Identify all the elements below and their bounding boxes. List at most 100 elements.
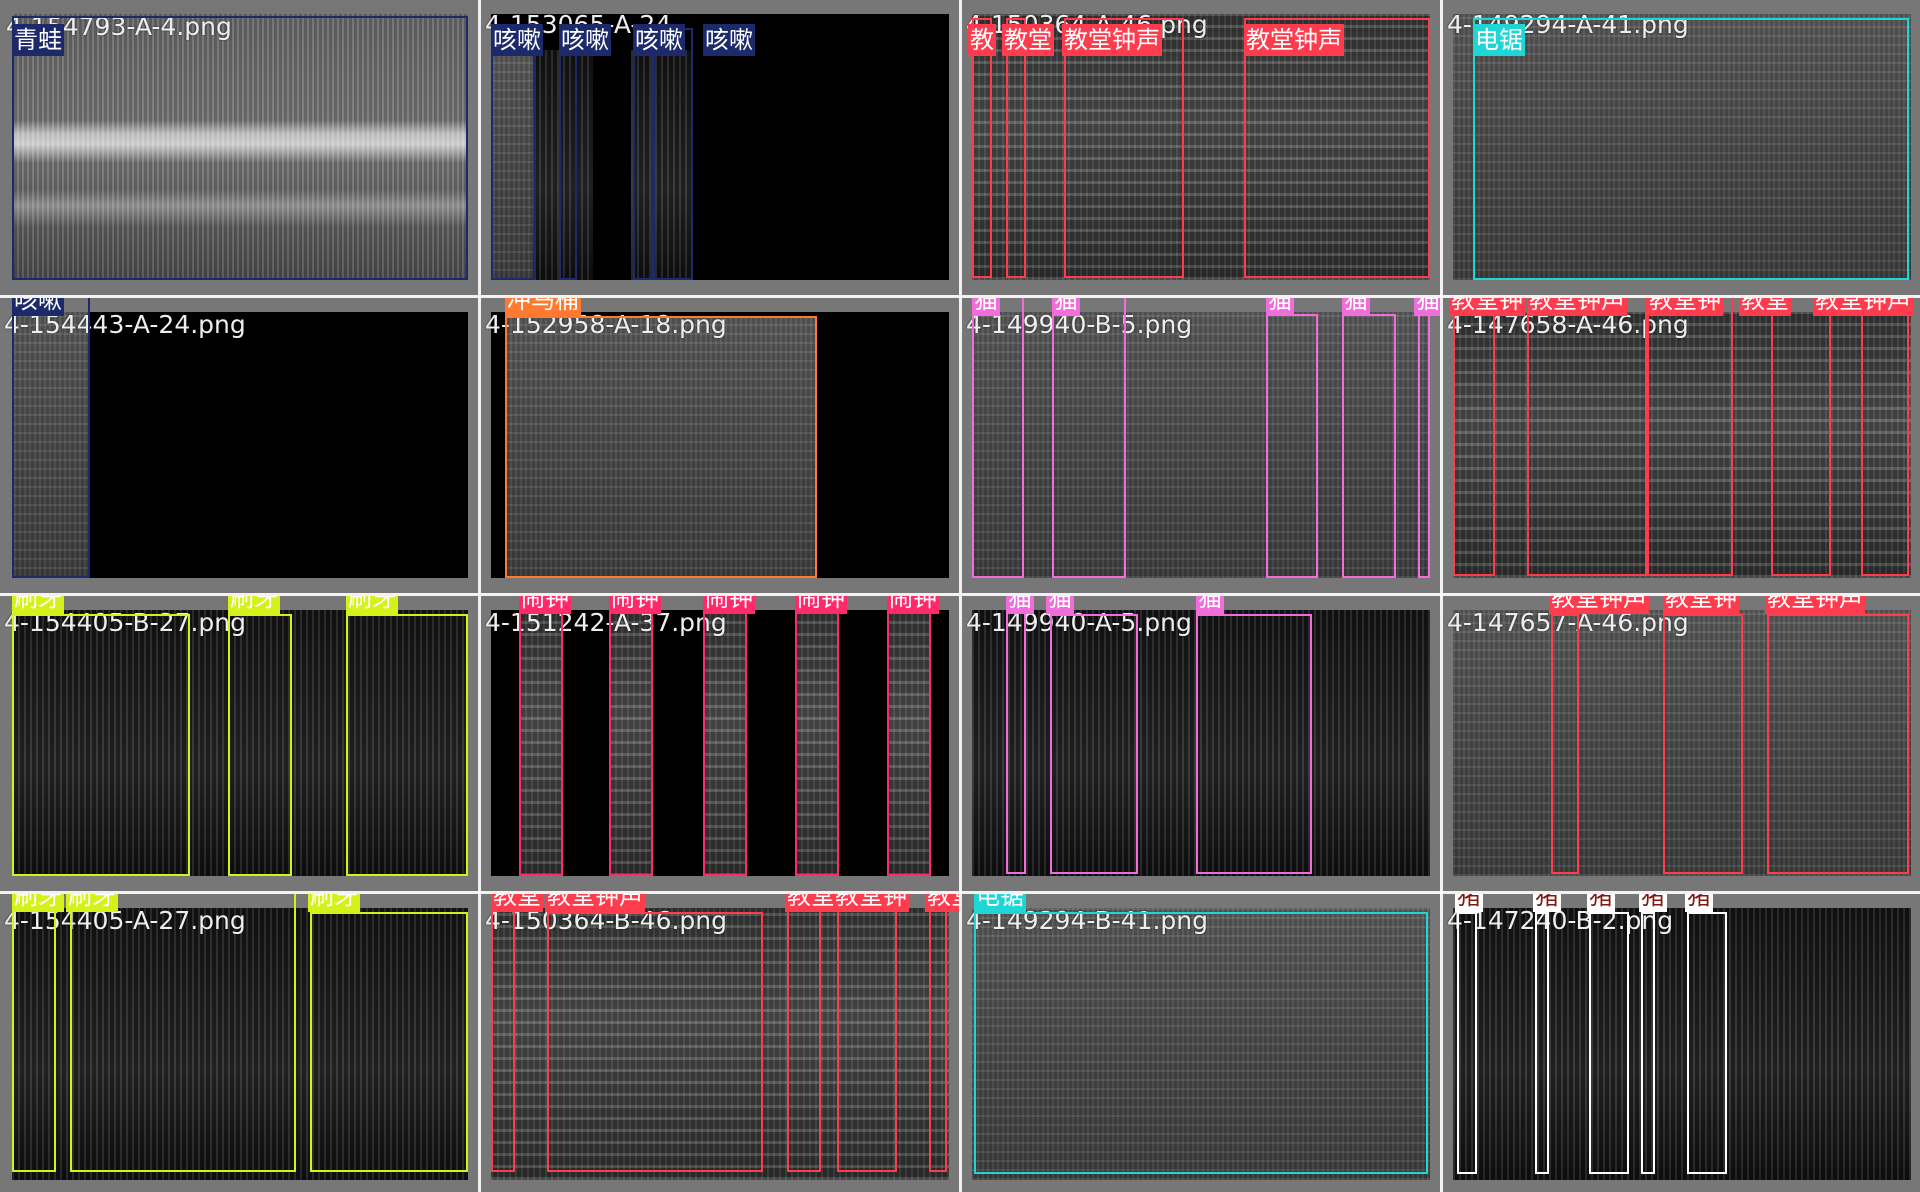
detection-box	[1647, 298, 1733, 576]
detection-box	[972, 18, 992, 278]
detection-box	[837, 894, 897, 1172]
detection-box	[1052, 298, 1126, 578]
detection-label: 猫	[972, 298, 1000, 316]
detection-label: 闹钟	[795, 596, 847, 614]
detection-box	[310, 912, 468, 1172]
detection-label: 电锯	[1473, 24, 1525, 56]
detection-label: 教堂钟声	[1527, 298, 1627, 316]
detection-box	[1457, 912, 1477, 1174]
detection-label: 刷牙	[12, 596, 64, 614]
tile-chainsaw: 4-149294-B-41.png 电锯	[962, 894, 1440, 1192]
spectrogram-grid: 4-154793-A-4.png 青蛙 4-153065-A-24 咳嗽 咳嗽 …	[0, 0, 1920, 1192]
detection-box	[787, 894, 821, 1172]
detection-box	[12, 894, 56, 1172]
detection-label: 教堂	[925, 894, 959, 912]
detection-label: 教堂钟声	[1765, 596, 1865, 614]
detection-label: 咳嗽	[491, 24, 543, 56]
detection-label: 刷牙	[308, 894, 360, 912]
detection-label: 猪	[1685, 894, 1713, 912]
detection-box	[1641, 912, 1655, 1174]
detection-box	[1342, 314, 1396, 578]
detection-label: 猫	[1006, 596, 1034, 614]
detection-box	[346, 614, 468, 876]
detection-label: 教堂	[1739, 298, 1791, 316]
detection-box	[1767, 614, 1909, 874]
detection-label: 闹钟	[519, 596, 571, 614]
detection-label: 教堂钟声	[1062, 24, 1162, 56]
detection-box	[547, 912, 763, 1172]
tile-church-bells: 4-147658-A-46.png 教堂钟 教堂钟声 教堂钟 教堂 教堂钟声	[1443, 298, 1920, 593]
detection-box	[228, 614, 292, 876]
detection-box	[559, 28, 577, 280]
detection-box	[1771, 298, 1831, 576]
tile-cat: 4-149940-B-5.png 猫 猫 猫 猫 猫	[962, 298, 1440, 593]
tile-toilet-flush: 4-152958-A-18.png 冲马桶	[481, 298, 959, 593]
detection-label: 猫	[1414, 298, 1440, 316]
detection-box	[633, 28, 653, 280]
detection-box	[1535, 912, 1549, 1174]
detection-box	[12, 614, 190, 876]
detection-box	[1050, 614, 1138, 874]
detection-label: 教	[968, 24, 996, 56]
detection-label: 闹钟	[703, 596, 755, 614]
detection-box	[703, 596, 747, 876]
tile-church-bells: 4-150364-B-46.png 教堂 教堂钟声 教堂 教堂钟 教堂	[481, 894, 959, 1192]
detection-label: 教堂钟	[1647, 298, 1723, 316]
detection-box	[609, 596, 653, 876]
grid-divider	[959, 0, 962, 1192]
detection-label: 青蛙	[12, 24, 64, 56]
detection-label: 猪	[1455, 894, 1483, 912]
grid-divider	[0, 593, 1920, 596]
detection-label: 刷牙	[228, 596, 280, 614]
detection-box	[1473, 18, 1909, 280]
detection-label: 猪	[1639, 894, 1667, 912]
detection-label: 教堂钟声	[1549, 596, 1649, 614]
detection-label: 猫	[1046, 596, 1074, 614]
detection-box	[974, 912, 1428, 1174]
detection-box	[1551, 614, 1579, 874]
tile-brushing-teeth: 4-154405-A-27.png 刷牙 刷牙 刷牙	[0, 894, 478, 1192]
detection-label: 猪	[1533, 894, 1561, 912]
detection-label: 咳嗽	[633, 24, 685, 56]
detection-label: 教堂钟	[833, 894, 909, 912]
detection-box	[491, 894, 515, 1172]
tile-church-bells: 4-150364-A-46.png 教 教堂 教堂钟声 教堂钟声	[962, 0, 1440, 295]
detection-box	[519, 596, 563, 876]
detection-label: 刷牙	[346, 596, 398, 614]
detection-box	[1663, 614, 1743, 874]
detection-label: 教堂钟声	[1813, 298, 1913, 316]
detection-label: 教堂	[1002, 24, 1054, 56]
detection-box	[1006, 596, 1026, 874]
detection-label: 教堂	[785, 894, 837, 912]
detection-label: 猪	[1587, 894, 1615, 912]
detection-label: 猫	[1052, 298, 1080, 316]
detection-label: 教堂钟	[1449, 298, 1525, 316]
detection-box	[1527, 298, 1647, 576]
tile-pig: 4-147240-B-2.png 猪 猪 猪 猪 猪	[1443, 894, 1920, 1192]
detection-box	[929, 894, 947, 1172]
detection-box	[1453, 298, 1495, 576]
detection-box	[1266, 314, 1318, 578]
detection-label: 冲马桶	[505, 298, 581, 316]
detection-label: 教堂钟声	[1244, 24, 1344, 56]
grid-divider	[478, 0, 481, 1192]
tile-cat: 4-149940-A-5.png 猫 猫 猫	[962, 596, 1440, 891]
detection-box	[12, 16, 468, 280]
detection-box	[1589, 912, 1629, 1174]
tile-brushing-teeth: 4-154405-B-27.png 刷牙 刷牙 刷牙	[0, 596, 478, 891]
tile-church-bells: 4-147657-A-46.png 教堂钟声 教堂钟 教堂钟声	[1443, 596, 1920, 891]
detection-label: 猫	[1342, 298, 1370, 316]
detection-box	[1861, 298, 1909, 576]
detection-label: 教堂	[491, 894, 543, 912]
detection-label: 教堂钟	[1663, 596, 1739, 614]
tile-clock-alarm: 4-151242-A-37.png 闹钟 闹钟 闹钟 闹钟 闹钟	[481, 596, 959, 891]
tile-chainsaw: 4-149294-A-41.png 电锯	[1443, 0, 1920, 295]
spectrogram-image	[1453, 908, 1911, 1180]
detection-label: 刷牙	[66, 894, 118, 912]
detection-box	[505, 316, 817, 578]
detection-label: 闹钟	[887, 596, 939, 614]
detection-box	[491, 28, 536, 280]
detection-box	[1196, 614, 1312, 874]
detection-label: 咳嗽	[559, 24, 611, 56]
detection-box	[1244, 18, 1430, 278]
